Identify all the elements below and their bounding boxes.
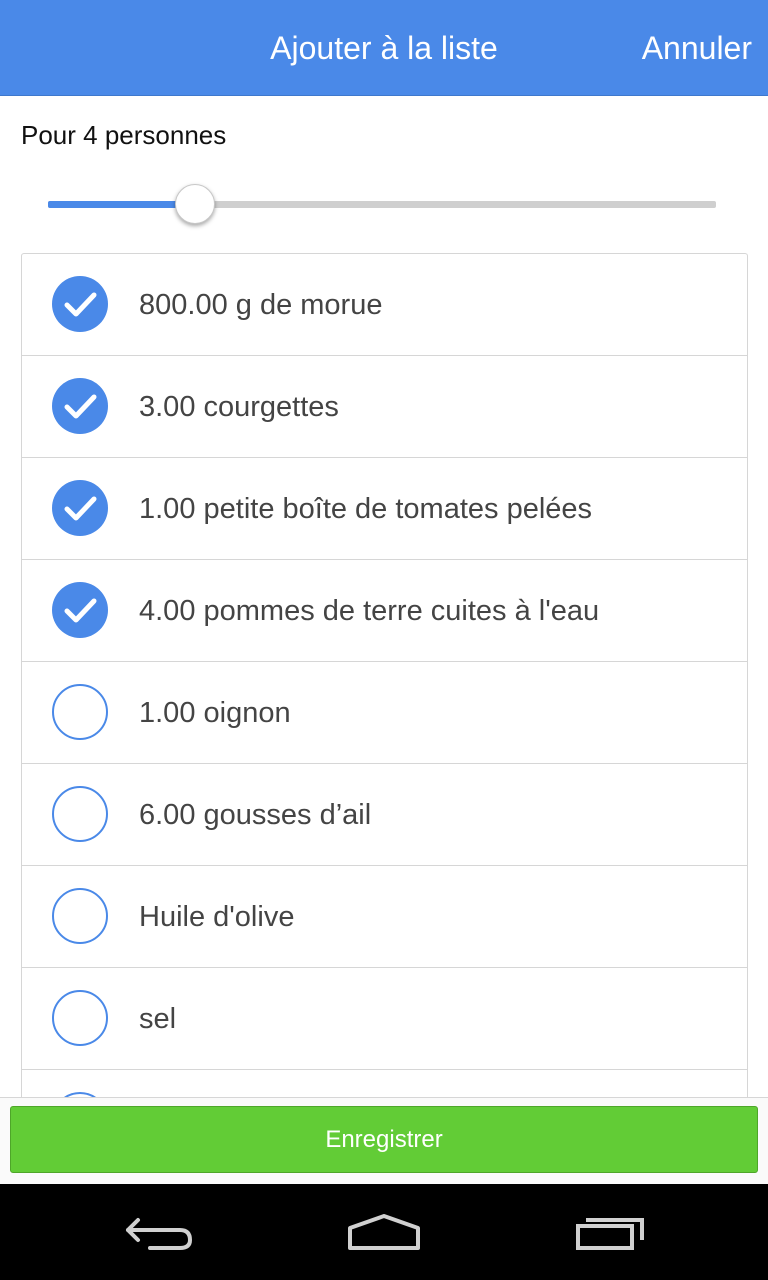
slider-fill (48, 201, 195, 208)
ingredient-row[interactable]: 3.00 courgettes (22, 356, 747, 458)
ingredient-label: 6.00 gousses d’ail (139, 799, 372, 831)
footer: Enregistrer (0, 1097, 768, 1185)
ingredient-label: 3.00 courgettes (139, 391, 339, 423)
ingredient-label: sel (139, 1003, 177, 1035)
ingredient-row[interactable]: 800.00 g de morue (22, 254, 747, 356)
checked-icon[interactable] (52, 480, 108, 536)
servings-label: Pour 4 personnes (21, 120, 227, 150)
ingredient-label: 1.00 petite boîte de tomates pelées (139, 493, 593, 525)
ingredient-row[interactable]: Huile d'olive (22, 866, 747, 968)
ingredient-label: 800.00 g de morue (139, 289, 383, 321)
slider-thumb[interactable] (174, 184, 215, 224)
ingredient-row[interactable]: 1.00 oignon (22, 662, 747, 764)
ingredient-row[interactable] (22, 1070, 747, 1097)
app-header: Ajouter à la liste Annuler (0, 0, 768, 96)
checked-icon[interactable] (52, 582, 108, 638)
recent-apps-icon[interactable] (570, 1210, 650, 1254)
checked-icon[interactable] (52, 276, 108, 332)
save-button[interactable]: Enregistrer (10, 1106, 758, 1173)
unchecked-icon[interactable] (52, 888, 108, 944)
ingredient-row[interactable]: 6.00 gousses d’ail (22, 764, 747, 866)
servings-slider[interactable] (48, 180, 716, 228)
system-nav-bar (0, 1184, 768, 1280)
ingredient-row[interactable]: 4.00 pommes de terre cuites à l'eau (22, 560, 747, 662)
unchecked-icon[interactable] (52, 990, 108, 1046)
ingredient-row[interactable]: sel (22, 968, 747, 1070)
checked-icon[interactable] (52, 378, 108, 434)
ingredient-label: 1.00 oignon (139, 697, 291, 729)
ingredient-label: Huile d'olive (139, 901, 295, 933)
ingredient-row[interactable]: 1.00 petite boîte de tomates pelées (22, 458, 747, 560)
unchecked-icon[interactable] (52, 786, 108, 842)
unchecked-icon[interactable] (52, 684, 108, 740)
back-icon[interactable] (120, 1210, 200, 1254)
ingredient-list: 800.00 g de morue 3.00 courgettes 1.00 pet… (21, 253, 748, 1097)
home-icon[interactable] (344, 1210, 424, 1254)
ingredient-label: 4.00 pommes de terre cuites à l'eau (139, 595, 600, 627)
cancel-button[interactable]: Annuler (642, 28, 752, 68)
